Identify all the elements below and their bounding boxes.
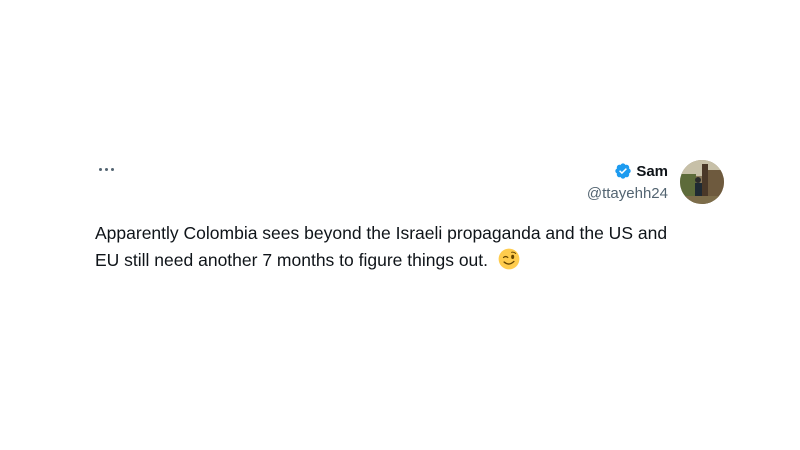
author-name-row: Sam: [587, 161, 668, 181]
tweet-text-line: Apparently Colombia sees beyond the Isra…: [95, 223, 668, 243]
winking-face-emoji-icon: [498, 248, 520, 270]
avatar[interactable]: [680, 160, 724, 204]
author-display-name[interactable]: Sam: [636, 163, 668, 180]
tweet-text: Apparently Colombia sees beyond the Isra…: [95, 220, 725, 274]
more-dot: [104, 167, 108, 171]
verified-badge-icon: [615, 163, 631, 179]
tweet-text-line: EU still need another 7 months to figure…: [95, 250, 489, 270]
tweet-author: Sam @ttayehh24: [587, 161, 668, 203]
author-handle[interactable]: @ttayehh24: [587, 185, 668, 202]
tweet-card: Sam @ttayehh24 Apparently Colombia sees …: [0, 0, 800, 450]
avatar-photo: [680, 160, 724, 204]
more-dot: [98, 167, 102, 171]
more-dot: [110, 167, 114, 171]
more-options-button[interactable]: [95, 160, 117, 178]
